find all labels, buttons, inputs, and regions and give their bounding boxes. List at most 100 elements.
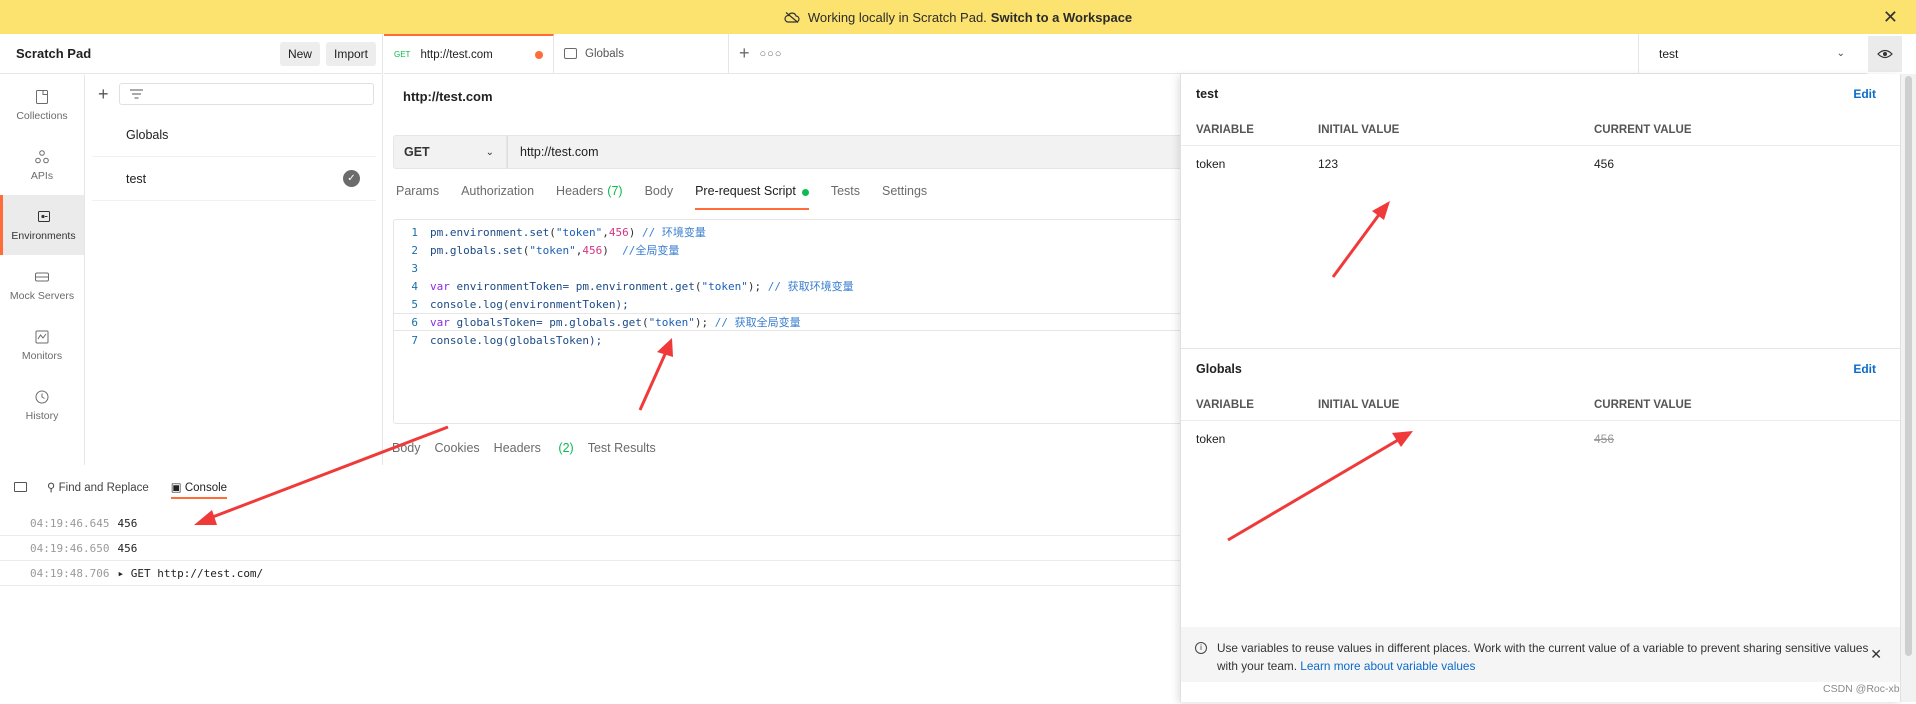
tab-pre-request-script[interactable]: Pre-request Script <box>695 184 809 210</box>
code-token: log <box>482 333 503 347</box>
apis-icon <box>35 149 49 163</box>
tab-body[interactable]: Body <box>645 184 674 210</box>
log-time: 04:19:46.650 <box>30 541 110 555</box>
section-header-test: test Edit <box>1181 74 1900 114</box>
close-icon[interactable]: ✕ <box>1870 645 1882 663</box>
env-item-test[interactable]: test ✓ <box>92 157 376 201</box>
tab-settings[interactable]: Settings <box>882 184 927 210</box>
add-environment-icon[interactable]: + <box>98 84 109 105</box>
initial-value: 123 <box>1318 157 1339 171</box>
table-header: VARIABLE INITIAL VALUE CURRENT VALUE <box>1181 114 1900 146</box>
nav-label: History <box>25 409 59 422</box>
line-number: 2 <box>411 243 418 257</box>
tab-request[interactable]: GET http://test.com <box>384 34 554 73</box>
filter-input[interactable] <box>118 83 374 105</box>
nav-environments[interactable]: Environments <box>0 195 84 255</box>
edit-globals-link[interactable]: Edit <box>1853 362 1876 376</box>
request-tabs: Params Authorization Headers (7) Body Pre… <box>396 184 949 210</box>
collections-icon <box>36 89 48 104</box>
environment-icon <box>564 48 577 59</box>
log-message: 456 <box>117 516 138 530</box>
code-token: log <box>482 297 503 311</box>
request-title: http://test.com <box>403 89 493 104</box>
tab-tests[interactable]: Tests <box>831 184 860 210</box>
log-entry[interactable]: 04:19:46.650 456 <box>0 536 1180 561</box>
new-tab-icon[interactable]: + <box>729 34 760 73</box>
import-button[interactable]: Import <box>325 41 376 66</box>
tab-authorization[interactable]: Authorization <box>461 184 534 210</box>
active-check-icon[interactable]: ✓ <box>343 170 360 187</box>
code-token: pm.environment. <box>430 226 530 239</box>
close-icon[interactable]: ✕ <box>1883 8 1898 26</box>
section-title: Globals <box>1196 362 1242 376</box>
tab-headers-label: Headers <box>556 184 604 198</box>
nav-history[interactable]: History <box>0 375 84 435</box>
nav-monitors[interactable]: Monitors <box>0 315 84 375</box>
learn-more-link[interactable]: Learn more about variable values <box>1300 659 1475 673</box>
code-token: ( <box>641 316 649 329</box>
nav-label: Environments <box>11 229 76 242</box>
column-header: INITIAL VALUE <box>1318 123 1400 136</box>
response-headers-count: (2) <box>558 441 574 455</box>
nav-collections[interactable]: Collections <box>0 75 84 135</box>
nav-label: Mock Servers <box>9 289 75 302</box>
console-tab[interactable]: ▣ Console <box>170 480 228 499</box>
tab-label: http://test.com <box>420 48 493 61</box>
code-token: "token" <box>529 244 576 257</box>
response-tab-test-results[interactable]: Test Results <box>588 441 656 455</box>
code-token: ); <box>694 316 715 329</box>
code-token: console. <box>430 333 483 347</box>
environment-selector-value: test <box>1659 46 1679 61</box>
toggle-sidebar-icon[interactable] <box>14 482 27 492</box>
response-tab-body[interactable]: Body <box>392 441 421 455</box>
code-keyword: var <box>430 316 450 329</box>
chevron-down-icon: ⌄ <box>1836 48 1845 59</box>
method-select[interactable]: GET ⌄ <box>393 135 507 169</box>
line-number: 1 <box>411 225 418 239</box>
line-number: 5 <box>411 297 418 311</box>
code-line: 2 pm.globals.set("token",456) //全局变量 <box>394 241 1182 259</box>
env-item-globals[interactable]: Globals <box>92 113 376 157</box>
environments-icon <box>37 210 50 222</box>
log-entry[interactable]: 04:19:46.645 456 <box>0 511 1180 536</box>
info-text: Use variables to reuse values in differe… <box>1217 639 1886 673</box>
nav-apis[interactable]: APIs <box>0 135 84 195</box>
response-tab-headers[interactable]: Headers (2) <box>494 441 574 455</box>
line-number: 6 <box>411 315 418 329</box>
tab-globals[interactable]: Globals <box>554 34 729 73</box>
info-banner: i Use variables to reuse values in diffe… <box>1181 627 1900 682</box>
environment-quick-look-button[interactable] <box>1868 36 1902 72</box>
code-token: , <box>602 226 609 239</box>
code-text: pm.globals.set("token",456) //全局变量 <box>430 242 679 258</box>
url-input[interactable]: http://test.com <box>507 135 1183 169</box>
switch-workspace-link[interactable]: Switch to a Workspace <box>991 10 1132 25</box>
code-line: 7 console.log(globalsToken); <box>394 331 1182 349</box>
nav-mock-servers[interactable]: Mock Servers <box>0 255 84 315</box>
unsaved-dot-icon <box>535 50 543 59</box>
script-editor[interactable]: 1 pm.environment.set("token",456) // 环境变… <box>393 219 1183 424</box>
log-time: 04:19:48.706 <box>30 566 110 580</box>
column-header: INITIAL VALUE <box>1318 398 1400 411</box>
tab-pre-request-label: Pre-request Script <box>695 184 796 198</box>
log-message: ▸ GET http://test.com/ <box>117 566 264 580</box>
env-item-label: test <box>126 171 147 186</box>
tab-params[interactable]: Params <box>396 184 439 210</box>
line-number: 3 <box>411 261 418 275</box>
environment-selector[interactable]: test ⌄ <box>1638 34 1867 74</box>
find-and-replace-tab[interactable]: ⚲ Find and Replace <box>47 480 149 494</box>
line-number: 7 <box>411 333 418 347</box>
response-tab-cookies[interactable]: Cookies <box>435 441 480 455</box>
more-icon[interactable]: ○○○ <box>760 34 783 73</box>
code-token: (environmentToken); <box>502 297 629 311</box>
code-token: ) <box>628 226 642 239</box>
line-number: 4 <box>411 279 418 293</box>
scrollbar-thumb[interactable] <box>1905 76 1912 656</box>
status-dot-icon <box>801 189 809 196</box>
tab-headers[interactable]: Headers (7) <box>556 184 623 210</box>
watermark: CSDN @Roc-xb <box>1823 683 1900 695</box>
workspace-header: Scratch Pad New Import <box>0 34 383 74</box>
new-button[interactable]: New <box>279 41 320 66</box>
edit-test-link[interactable]: Edit <box>1853 87 1876 101</box>
scrollbar[interactable] <box>1901 74 1916 702</box>
log-entry[interactable]: 04:19:48.706 ▸ GET http://test.com/ <box>0 561 1180 586</box>
